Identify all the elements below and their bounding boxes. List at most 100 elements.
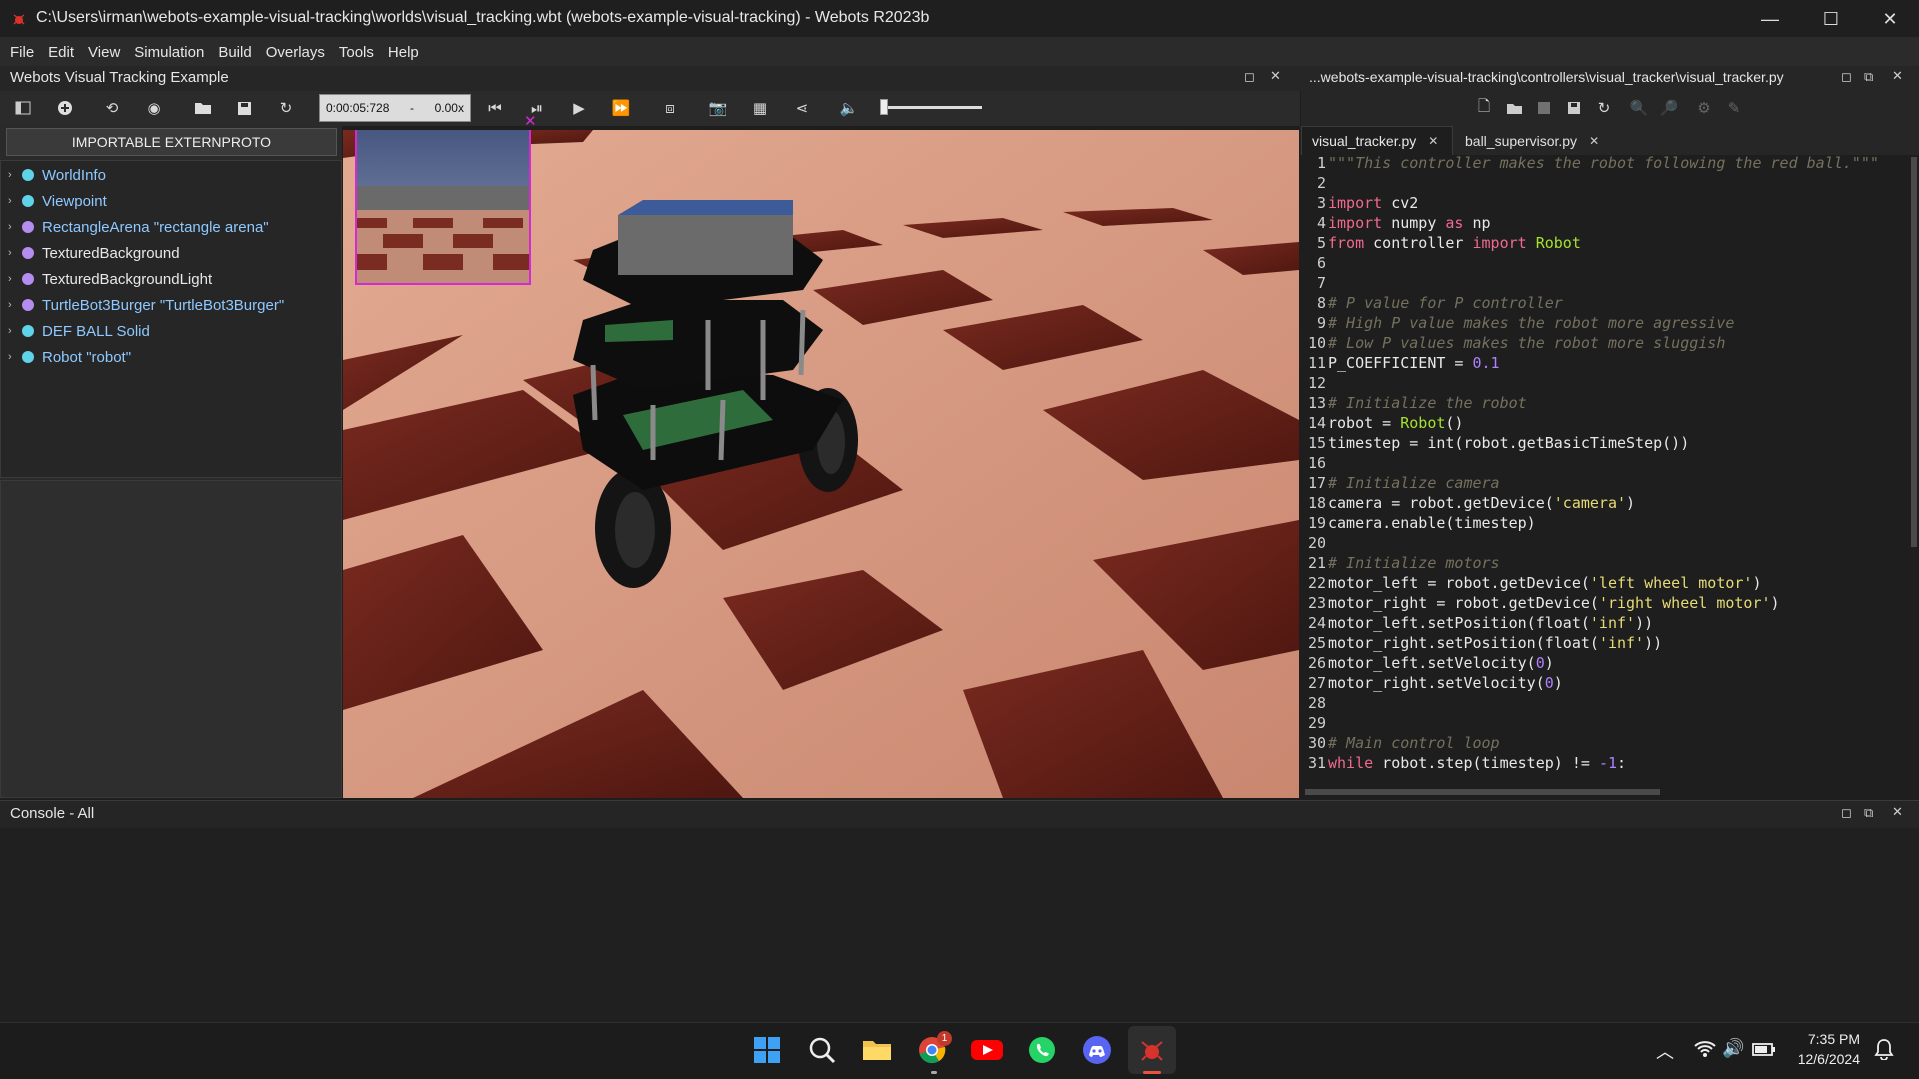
code-line[interactable]: 2 [1301,173,1328,193]
clock-time[interactable]: 7:35 PM [1790,1031,1860,1047]
chevron-up-icon[interactable]: ︿ [1656,1038,1674,1064]
code-line[interactable]: 25 motor_right.setPosition(float('inf')) [1301,633,1662,653]
clock-date[interactable]: 12/6/2024 [1790,1051,1860,1067]
code-line[interactable]: 20 [1301,533,1328,553]
chevron-right-icon[interactable]: › [8,273,22,285]
code-line[interactable]: 6 [1301,253,1328,273]
replace-icon[interactable]: 🔎 [1658,97,1680,119]
code-line[interactable]: 13 # Initialize the robot [1301,393,1527,413]
code-text[interactable]: import numpy as np [1328,214,1491,232]
speaker-icon[interactable]: 🔊 [1722,1038,1744,1059]
undock-3d-view-icon[interactable]: ◻ [1244,69,1255,85]
chevron-right-icon[interactable]: › [8,325,22,337]
code-line[interactable]: 8 # P value for P controller [1301,293,1563,313]
scene-tree-item[interactable]: › TexturedBackground [8,243,180,263]
code-line[interactable]: 29 [1301,713,1328,733]
code-text[interactable]: # Initialize camera [1328,474,1500,492]
undock-console-icon[interactable]: ⧉ [1864,805,1873,821]
menu-file[interactable]: File [3,44,41,61]
code-line[interactable]: 27 motor_right.setVelocity(0) [1301,673,1563,693]
code-line[interactable]: 16 [1301,453,1328,473]
new-file-icon[interactable]: 🗋 [1473,97,1495,119]
code-text[interactable]: from controller import Robot [1328,234,1581,252]
menu-edit[interactable]: Edit [41,44,81,61]
record-movie-icon[interactable]: ▦ [749,97,771,119]
code-line[interactable]: 24 motor_left.setPosition(float('inf')) [1301,613,1653,633]
code-text[interactable]: camera = robot.getDevice('camera') [1328,494,1635,512]
mute-icon[interactable]: 🔈 [838,97,860,119]
toggle-scene-tree-icon[interactable] [12,97,34,119]
close-3d-view-icon[interactable]: ✕ [1270,68,1281,84]
scene-tree-item[interactable]: › Robot "robot" [8,347,131,367]
minimize-button[interactable]: — [1741,0,1799,38]
code-text[interactable]: camera.enable(timestep) [1328,514,1536,532]
tab-visual-tracker[interactable]: visual_tracker.py ✕ [1301,126,1453,155]
close-editor-icon[interactable]: ✕ [1892,68,1903,84]
save-all-icon[interactable] [1563,97,1585,119]
code-line[interactable]: 18 camera = robot.getDevice('camera') [1301,493,1635,513]
code-line[interactable]: 26 motor_left.setVelocity(0) [1301,653,1554,673]
scene-tree-item[interactable]: › WorldInfo [8,165,106,185]
share-icon[interactable]: ⋖ [791,97,813,119]
search-icon[interactable] [798,1026,846,1074]
chevron-right-icon[interactable]: › [8,351,22,363]
code-line[interactable]: 14 robot = Robot() [1301,413,1464,433]
view-eye-icon[interactable]: ◉ [143,97,165,119]
chevron-right-icon[interactable]: › [8,169,22,181]
volume-slider[interactable] [880,106,982,109]
code-text[interactable]: # High P value makes the robot more agre… [1328,314,1734,332]
code-line[interactable]: 11 P_COEFFICIENT = 0.1 [1301,353,1500,373]
maximize-console-icon[interactable]: ◻ [1841,805,1852,821]
code-line[interactable]: 31 while robot.step(timestep) != -1: [1301,753,1626,773]
chevron-right-icon[interactable]: › [8,195,22,207]
reload-world-icon[interactable]: ↻ [275,97,297,119]
code-text[interactable]: # P value for P controller [1328,294,1563,312]
fast-forward-icon[interactable]: ⏩ [610,97,632,119]
youtube-icon[interactable] [963,1026,1011,1074]
code-text[interactable]: timestep = int(robot.getBasicTimeStep()) [1328,434,1689,452]
notification-bell-icon[interactable] [1874,1038,1894,1065]
save-file-icon[interactable] [1533,97,1555,119]
battery-icon[interactable] [1752,1041,1776,1062]
code-text[interactable]: motor_right.setPosition(float('inf')) [1328,634,1662,652]
close-console-icon[interactable]: ✕ [1892,804,1903,820]
chevron-right-icon[interactable]: › [8,247,22,259]
camera-overlay-close-icon[interactable]: ✕ [524,112,537,130]
maximize-button[interactable]: ☐ [1802,0,1860,38]
open-world-icon[interactable] [192,97,214,119]
importable-externproto-button[interactable]: IMPORTABLE EXTERNPROTO [6,128,337,156]
code-text[interactable]: P_COEFFICIENT = 0.1 [1328,354,1500,372]
editor-horizontal-scrollbar[interactable] [1305,789,1660,795]
code-text[interactable]: motor_left.setPosition(float('inf')) [1328,614,1653,632]
add-node-icon[interactable] [54,97,76,119]
scene-tree-item[interactable]: › RectangleArena "rectangle arena" [8,217,269,237]
code-line[interactable]: 28 [1301,693,1328,713]
console-output[interactable] [0,828,1919,1022]
code-text[interactable]: import cv2 [1328,194,1418,212]
revert-file-icon[interactable]: ↻ [1593,97,1615,119]
scene-tree-item[interactable]: › Viewpoint [8,191,107,211]
3d-view[interactable] [343,130,1299,798]
menu-view[interactable]: View [81,44,127,61]
open-file-icon[interactable] [1503,97,1525,119]
code-line[interactable]: 7 [1301,273,1328,293]
code-line[interactable]: 17 # Initialize camera [1301,473,1500,493]
code-text[interactable]: # Low P values makes the robot more slug… [1328,334,1725,352]
code-line[interactable]: 15 timestep = int(robot.getBasicTimeStep(… [1301,433,1689,453]
code-text[interactable]: motor_right.setVelocity(0) [1328,674,1563,692]
build-gear-icon[interactable]: ⚙ [1693,97,1715,119]
code-line[interactable]: 21 # Initialize motors [1301,553,1500,573]
code-line[interactable]: 23 motor_right = robot.getDevice('right w… [1301,593,1780,613]
tab-close-icon[interactable]: ✕ [1428,134,1438,148]
windows-start-icon[interactable] [743,1026,791,1074]
scene-tree-item[interactable]: › TurtleBot3Burger "TurtleBot3Burger" [8,295,284,315]
file-explorer-icon[interactable] [853,1026,901,1074]
code-line[interactable]: 19 camera.enable(timestep) [1301,513,1536,533]
code-line[interactable]: 5 from controller import Robot [1301,233,1581,253]
volume-slider-handle[interactable] [880,99,888,115]
code-line[interactable]: 1 """This controller makes the robot foll… [1301,155,1879,173]
code-line[interactable]: 30 # Main control loop [1301,733,1500,753]
code-editor[interactable]: 1 """This controller makes the robot foll… [1301,155,1919,798]
scene-tree-item[interactable]: › DEF BALL Solid [8,321,150,341]
screenshot-icon[interactable]: 📷 [707,97,729,119]
